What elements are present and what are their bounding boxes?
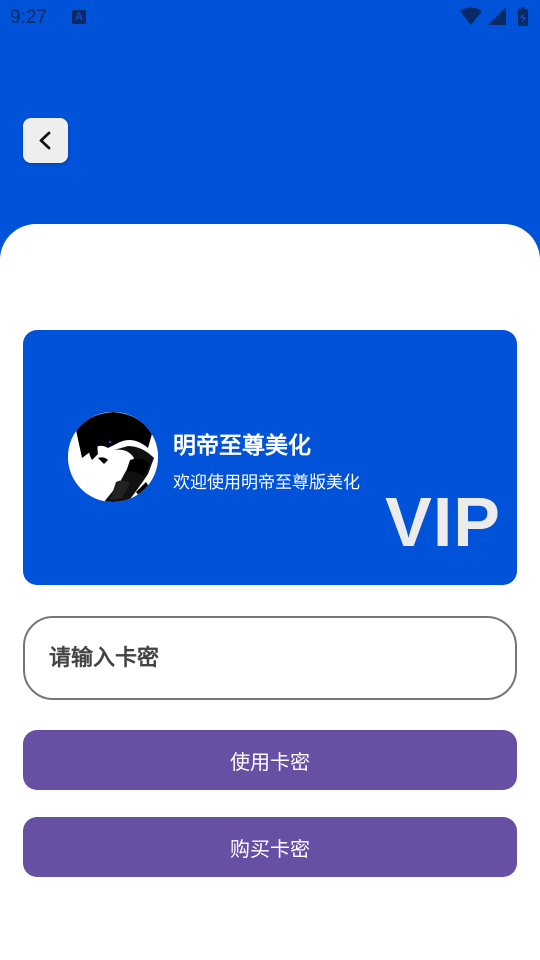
chevron-left-icon	[39, 131, 51, 150]
status-bar: 9:27 A	[0, 0, 540, 36]
back-button[interactable]	[23, 118, 68, 163]
card-key-input[interactable]	[23, 616, 517, 700]
buy-card-key-button[interactable]: 购买卡密	[23, 817, 517, 877]
vip-card: 明帝至尊美化 欢迎使用明帝至尊版美化 VIP	[23, 330, 517, 585]
avatar	[68, 412, 158, 502]
wifi-icon	[460, 7, 482, 25]
vip-badge: VIP	[385, 483, 501, 561]
card-subtitle: 欢迎使用明帝至尊版美化	[173, 473, 360, 493]
a-notification-icon: A	[72, 10, 86, 24]
card-title: 明帝至尊美化	[173, 433, 311, 459]
signal-icon	[488, 7, 506, 25]
status-time: 9:27	[10, 7, 47, 28]
use-card-key-button[interactable]: 使用卡密	[23, 730, 517, 790]
status-icons	[460, 7, 530, 29]
battery-icon	[518, 7, 528, 26]
